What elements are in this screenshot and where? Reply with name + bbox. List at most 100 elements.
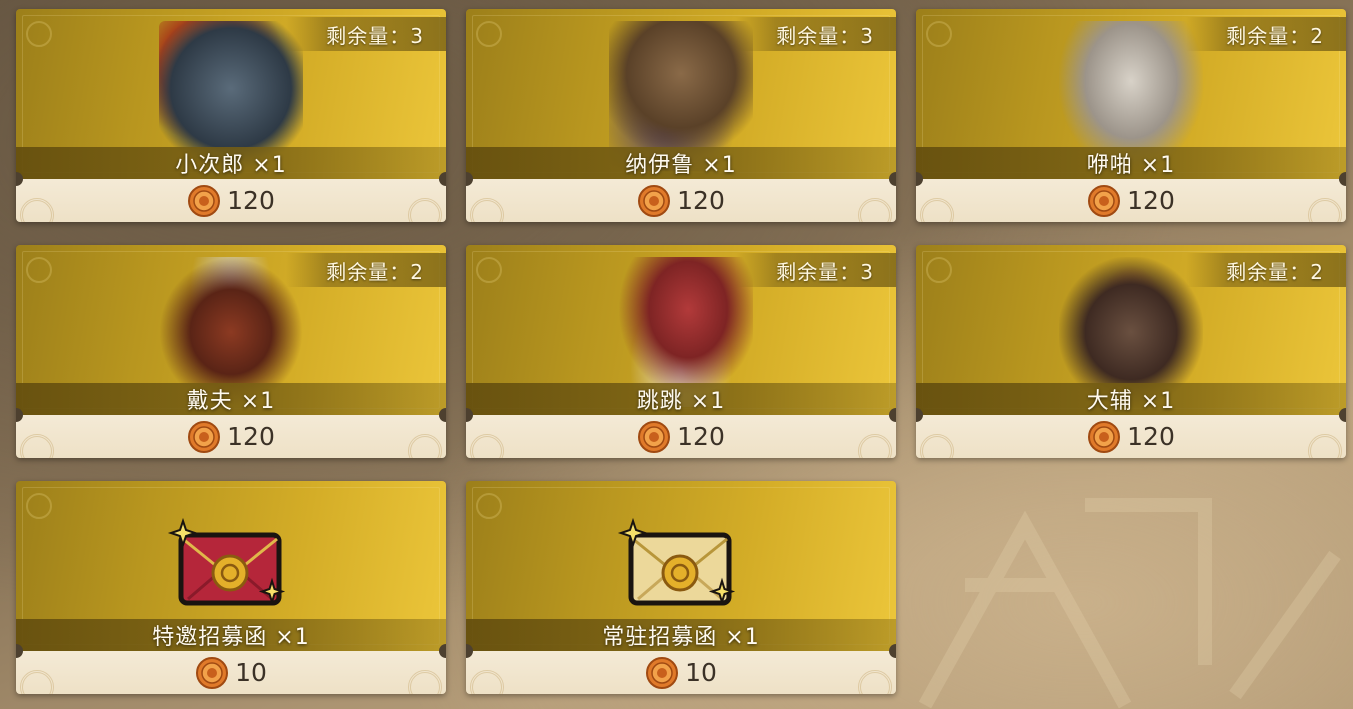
ornament-icon [408, 198, 442, 222]
card-header: 剩余量：2 咿啪 ×1 [916, 9, 1346, 179]
ticket-notch [889, 408, 896, 422]
ornament-icon [1308, 434, 1342, 458]
ornament-icon [1308, 198, 1342, 222]
card-header: 剩余量：2 大辅 ×1 [916, 245, 1346, 415]
price: 120 [637, 420, 725, 454]
shop-item-card[interactable]: 剩余量：3 纳伊鲁 ×1 120 [466, 9, 896, 222]
remaining-quantity-text: 剩余量：2 [1226, 23, 1324, 48]
price: 10 [645, 656, 717, 690]
remaining-quantity-badge: 剩余量：3 [286, 17, 446, 51]
background-pattern [918, 498, 1341, 709]
shop-item-card[interactable]: 剩余量：3 小次郎 ×1 120 [16, 9, 446, 222]
ornament-icon [408, 434, 442, 458]
price-bar[interactable]: 120 [916, 415, 1346, 458]
ornament-icon [476, 21, 502, 47]
ticket-notch [1339, 172, 1346, 186]
item-name-band: 戴夫 ×1 [16, 383, 446, 415]
item-name: 常驻招募函 ×1 [602, 625, 760, 650]
price-bar[interactable]: 120 [466, 415, 896, 458]
price-value: 10 [685, 658, 717, 687]
card-header: 特邀招募函 ×1 [16, 481, 446, 651]
ornament-icon [26, 21, 52, 47]
ornament-icon [408, 670, 442, 694]
ticket-notch [439, 644, 446, 658]
item-name-band: 跳跳 ×1 [466, 383, 896, 415]
remaining-quantity-text: 剩余量：3 [776, 259, 874, 284]
special-recruit-letter-icon [167, 517, 286, 606]
item-name-band: 咿啪 ×1 [916, 147, 1346, 179]
price-bar[interactable]: 10 [466, 651, 896, 694]
remaining-quantity-badge: 剩余量：3 [736, 17, 896, 51]
ornament-icon [26, 493, 52, 519]
price: 120 [1087, 184, 1175, 218]
ticket-notch [889, 644, 896, 658]
shop-item-card[interactable]: 剩余量：3 跳跳 ×1 120 [466, 245, 896, 458]
ticket-notch [439, 172, 446, 186]
remaining-quantity-text: 剩余量：2 [326, 259, 424, 284]
card-header: 剩余量：2 戴夫 ×1 [16, 245, 446, 415]
remaining-quantity-text: 剩余量：2 [1226, 259, 1324, 284]
ticket-notch [1339, 408, 1346, 422]
shop-item-card[interactable]: 剩余量：2 咿啪 ×1 120 [916, 9, 1346, 222]
item-name: 咿啪 ×1 [1086, 153, 1176, 178]
ornament-icon [926, 257, 952, 283]
ornament-icon [858, 198, 892, 222]
ornament-icon [20, 434, 54, 458]
gear-coin-icon [188, 420, 221, 453]
price-value: 120 [227, 186, 275, 215]
ticket-notch [889, 172, 896, 186]
gear-coin-icon [638, 420, 671, 453]
ornament-icon [858, 670, 892, 694]
ticket-notch [439, 408, 446, 422]
price: 120 [187, 420, 275, 454]
remaining-quantity-text: 剩余量：3 [326, 23, 424, 48]
ornament-icon [858, 434, 892, 458]
price-value: 120 [1127, 186, 1175, 215]
price-value: 10 [235, 658, 267, 687]
card-header: 剩余量：3 跳跳 ×1 [466, 245, 896, 415]
gear-coin-icon [1088, 420, 1121, 453]
gear-coin-icon [196, 656, 229, 689]
remaining-quantity-badge: 剩余量：2 [286, 253, 446, 287]
item-name: 纳伊鲁 ×1 [625, 153, 737, 178]
shop-item-card[interactable]: 剩余量：2 大辅 ×1 120 [916, 245, 1346, 458]
shop-item-card[interactable]: 剩余量：2 戴夫 ×1 120 [16, 245, 446, 458]
standard-recruit-letter-icon [617, 517, 736, 606]
remaining-quantity-badge: 剩余量：3 [736, 253, 896, 287]
item-name: 跳跳 ×1 [636, 389, 726, 414]
card-header: 剩余量：3 小次郎 ×1 [16, 9, 446, 179]
ornament-icon [20, 670, 54, 694]
price-bar[interactable]: 120 [16, 415, 446, 458]
ornament-icon [470, 670, 504, 694]
remaining-quantity-badge: 剩余量：2 [1186, 17, 1346, 51]
card-header: 常驻招募函 ×1 [466, 481, 896, 651]
price-bar[interactable]: 120 [916, 179, 1346, 222]
gear-coin-icon [188, 184, 221, 217]
item-name: 戴夫 ×1 [186, 389, 276, 414]
item-name: 特邀招募函 ×1 [152, 625, 310, 650]
price: 120 [637, 184, 725, 218]
ornament-icon [926, 21, 952, 47]
item-name: 大辅 ×1 [1086, 389, 1176, 414]
ornament-icon [470, 434, 504, 458]
item-name-band: 特邀招募函 ×1 [16, 619, 446, 651]
item-name-band: 纳伊鲁 ×1 [466, 147, 896, 179]
ornament-icon [470, 198, 504, 222]
shop-item-card[interactable]: 常驻招募函 ×1 10 [466, 481, 896, 694]
ornament-icon [26, 257, 52, 283]
price-bar[interactable]: 120 [466, 179, 896, 222]
price-value: 120 [227, 422, 275, 451]
card-header: 剩余量：3 纳伊鲁 ×1 [466, 9, 896, 179]
item-name-band: 常驻招募函 ×1 [466, 619, 896, 651]
gear-coin-icon [646, 656, 679, 689]
ornament-icon [920, 198, 954, 222]
remaining-quantity-text: 剩余量：3 [776, 23, 874, 48]
price-bar[interactable]: 10 [16, 651, 446, 694]
ornament-icon [476, 493, 502, 519]
shop-item-card[interactable]: 特邀招募函 ×1 10 [16, 481, 446, 694]
price-bar[interactable]: 120 [16, 179, 446, 222]
item-name-band: 小次郎 ×1 [16, 147, 446, 179]
ornament-icon [920, 434, 954, 458]
price-value: 120 [677, 422, 725, 451]
item-name: 小次郎 ×1 [175, 153, 287, 178]
